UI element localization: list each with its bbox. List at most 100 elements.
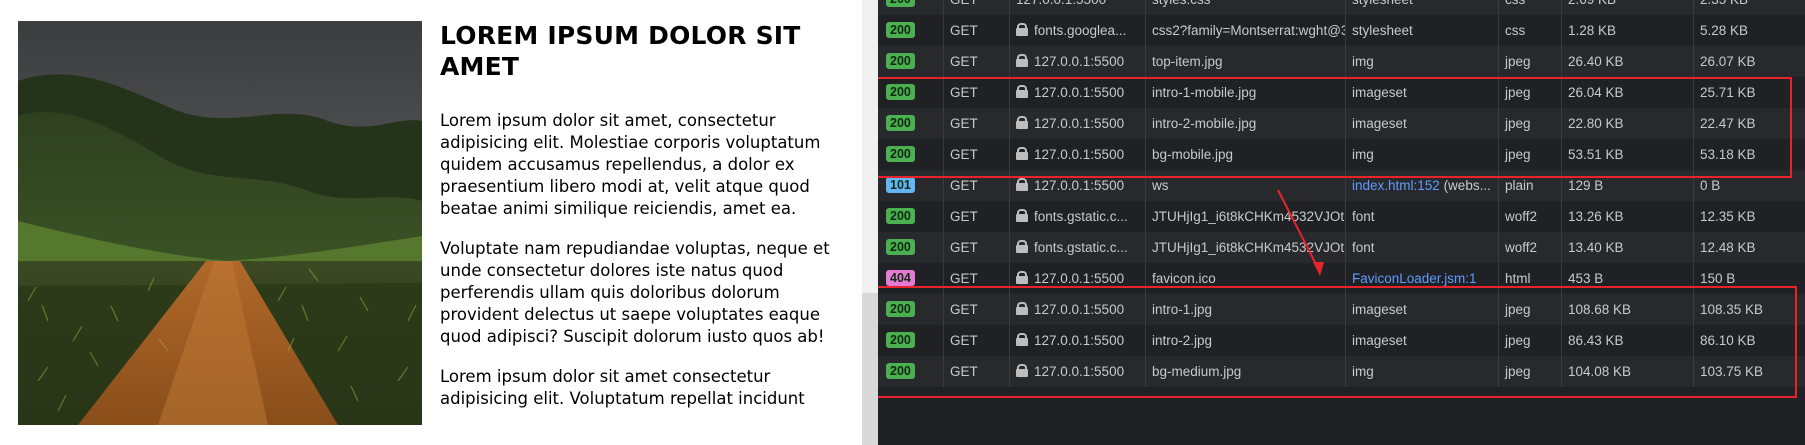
domain-cell: 127.0.0.1:5500 [1010, 139, 1146, 170]
size-cell: 12.48 KB [1700, 240, 1756, 255]
network-request-row[interactable]: 200 GET fonts.googlea... css2?family=Montse… [878, 15, 1805, 46]
transferred-cell: 1.28 KB [1562, 15, 1694, 46]
status-cell: 404 [878, 263, 944, 294]
status-badge: 200 [886, 84, 915, 101]
method-cell: GET [944, 325, 1010, 356]
domain-cell: 127.0.0.1:5500 [1010, 325, 1146, 356]
lock-icon [1016, 85, 1028, 99]
status-badge: 101 [886, 177, 915, 194]
transferred-cell: 86.43 KB [1562, 325, 1694, 356]
status-cell: 200 [878, 0, 944, 15]
file-cell: intro-1-mobile.jpg [1146, 77, 1346, 108]
status-badge: 200 [886, 301, 915, 318]
status-badge: 200 [886, 208, 915, 225]
domain-text: 127.0.0.1:5500 [1034, 271, 1125, 286]
domain-cell: 127.0.0.1:5500 [1010, 356, 1146, 387]
initiator-cell: FaviconLoader.jsm:1 [1346, 263, 1499, 294]
lock-icon [1016, 147, 1028, 161]
domain-text: fonts.googlea... [1034, 23, 1127, 38]
initiator-link[interactable]: FaviconLoader.jsm:1 [1352, 271, 1477, 286]
network-request-row[interactable]: 200 GET 127.0.0.1:5500 top-item.jpg img jpeg 2… [878, 46, 1805, 77]
method-cell: GET [944, 46, 1010, 77]
lock-icon [1016, 209, 1028, 223]
page-scrollbar[interactable] [862, 0, 878, 445]
network-request-row[interactable]: 200 GET fonts.gstatic.c... JTUHjIg1_i6t8kCH… [878, 201, 1805, 232]
size-cell: 22.47 KB [1700, 116, 1756, 131]
domain-text: 127.0.0.1:5500 [1034, 178, 1125, 193]
size-cell: 103.75 KB [1700, 364, 1764, 379]
domain-text: fonts.gstatic.c... [1034, 240, 1128, 255]
status-badge: 200 [886, 115, 915, 132]
lock-icon [1016, 271, 1028, 285]
initiator-cell: index.html:152 (webs... [1346, 170, 1499, 201]
hero-image [18, 21, 422, 425]
article: LOREM IPSUM DOLOR SIT AMET Lorem ipsum d… [440, 20, 850, 428]
domain-cell: 127.0.0.1:5500 [1010, 108, 1146, 139]
webpage-viewport: LOREM IPSUM DOLOR SIT AMET Lorem ipsum d… [0, 0, 862, 445]
initiator-text: stylesheet [1352, 0, 1413, 7]
file-cell: bg-mobile.jpg [1146, 139, 1346, 170]
status-cell: 200 [878, 139, 944, 170]
file-cell: top-item.jpg [1146, 46, 1346, 77]
status-cell: 200 [878, 108, 944, 139]
domain-cell: 127.0.0.1:5500 [1010, 170, 1146, 201]
status-cell: 200 [878, 77, 944, 108]
domain-text: fonts.gstatic.c... [1034, 209, 1128, 224]
transferred-cell: 53.51 KB [1562, 139, 1694, 170]
status-badge: 200 [886, 53, 915, 70]
initiator-text: imageset [1352, 116, 1407, 131]
initiator-extra: (webs... [1439, 178, 1491, 193]
domain-cell: 127.0.0.1:5500 [1010, 0, 1146, 15]
network-request-row[interactable]: 200 GET 127.0.0.1:5500 styles.css stylesheet… [878, 0, 1805, 15]
scrollbar-thumb[interactable] [862, 293, 878, 445]
lock-icon [1016, 333, 1028, 347]
status-cell: 200 [878, 46, 944, 77]
type-cell: jpeg [1499, 356, 1562, 387]
file-cell: styles.css [1146, 0, 1346, 15]
domain-text: 127.0.0.1:5500 [1034, 333, 1125, 348]
file-cell: ws [1146, 170, 1346, 201]
file-cell: favicon.ico [1146, 263, 1346, 294]
method-cell: GET [944, 232, 1010, 263]
status-cell: 200 [878, 294, 944, 325]
domain-text: 127.0.0.1:5500 [1034, 364, 1125, 379]
method-cell: GET [944, 170, 1010, 201]
file-cell: bg-medium.jpg [1146, 356, 1346, 387]
network-request-row[interactable]: 200 GET 127.0.0.1:5500 intro-1.jpg imageset j… [878, 294, 1805, 325]
network-request-row[interactable]: 200 GET 127.0.0.1:5500 intro-2.jpg imageset j… [878, 325, 1805, 356]
pineapple-field-photo [18, 21, 422, 425]
network-request-row[interactable]: 200 GET 127.0.0.1:5500 bg-mobile.jpg img jpeg… [878, 139, 1805, 170]
network-request-row[interactable]: 101 GET 127.0.0.1:5500 ws index.html:152 (we… [878, 170, 1805, 201]
initiator-cell: stylesheet [1346, 0, 1499, 15]
network-request-row[interactable]: 200 GET fonts.gstatic.c... JTUHjIg1_i6t8kCH… [878, 232, 1805, 263]
lock-icon [1016, 54, 1028, 68]
network-request-row[interactable]: 200 GET 127.0.0.1:5500 intro-2-mobile.jpg im… [878, 108, 1805, 139]
transferred-cell: 129 B [1562, 170, 1694, 201]
article-heading: LOREM IPSUM DOLOR SIT AMET [440, 21, 801, 81]
devtools-network-panel: 200 GET 127.0.0.1:5500 styles.css stylesheet… [878, 0, 1805, 445]
lock-icon [1016, 302, 1028, 316]
method-cell: GET [944, 15, 1010, 46]
initiator-text: imageset [1352, 85, 1407, 100]
initiator-cell: imageset [1346, 294, 1499, 325]
domain-cell: fonts.gstatic.c... [1010, 201, 1146, 232]
transferred-cell: 108.68 KB [1562, 294, 1694, 325]
domain-text: 127.0.0.1:5500 [1034, 116, 1125, 131]
size-cell: 53.18 KB [1700, 147, 1756, 162]
initiator-text: stylesheet [1352, 23, 1413, 38]
transferred-cell: 22.80 KB [1562, 108, 1694, 139]
status-badge: 200 [886, 22, 915, 39]
transferred-cell: 13.26 KB [1562, 201, 1694, 232]
network-request-row[interactable]: 200 GET 127.0.0.1:5500 bg-medium.jpg img jpeg… [878, 356, 1805, 387]
network-request-row[interactable]: 404 GET 127.0.0.1:5500 favicon.ico FaviconLo… [878, 263, 1805, 294]
initiator-cell: imageset [1346, 108, 1499, 139]
initiator-link[interactable]: index.html:152 [1352, 178, 1440, 193]
lock-icon [1016, 23, 1028, 37]
domain-text: 127.0.0.1:5500 [1016, 0, 1106, 7]
network-request-row[interactable]: 200 GET 127.0.0.1:5500 intro-1-mobile.jpg im… [878, 77, 1805, 108]
size-cell: 5.28 KB [1700, 23, 1749, 38]
status-badge: 200 [886, 363, 915, 380]
method-cell: GET [944, 139, 1010, 170]
status-cell: 200 [878, 356, 944, 387]
domain-text: 127.0.0.1:5500 [1034, 54, 1125, 69]
